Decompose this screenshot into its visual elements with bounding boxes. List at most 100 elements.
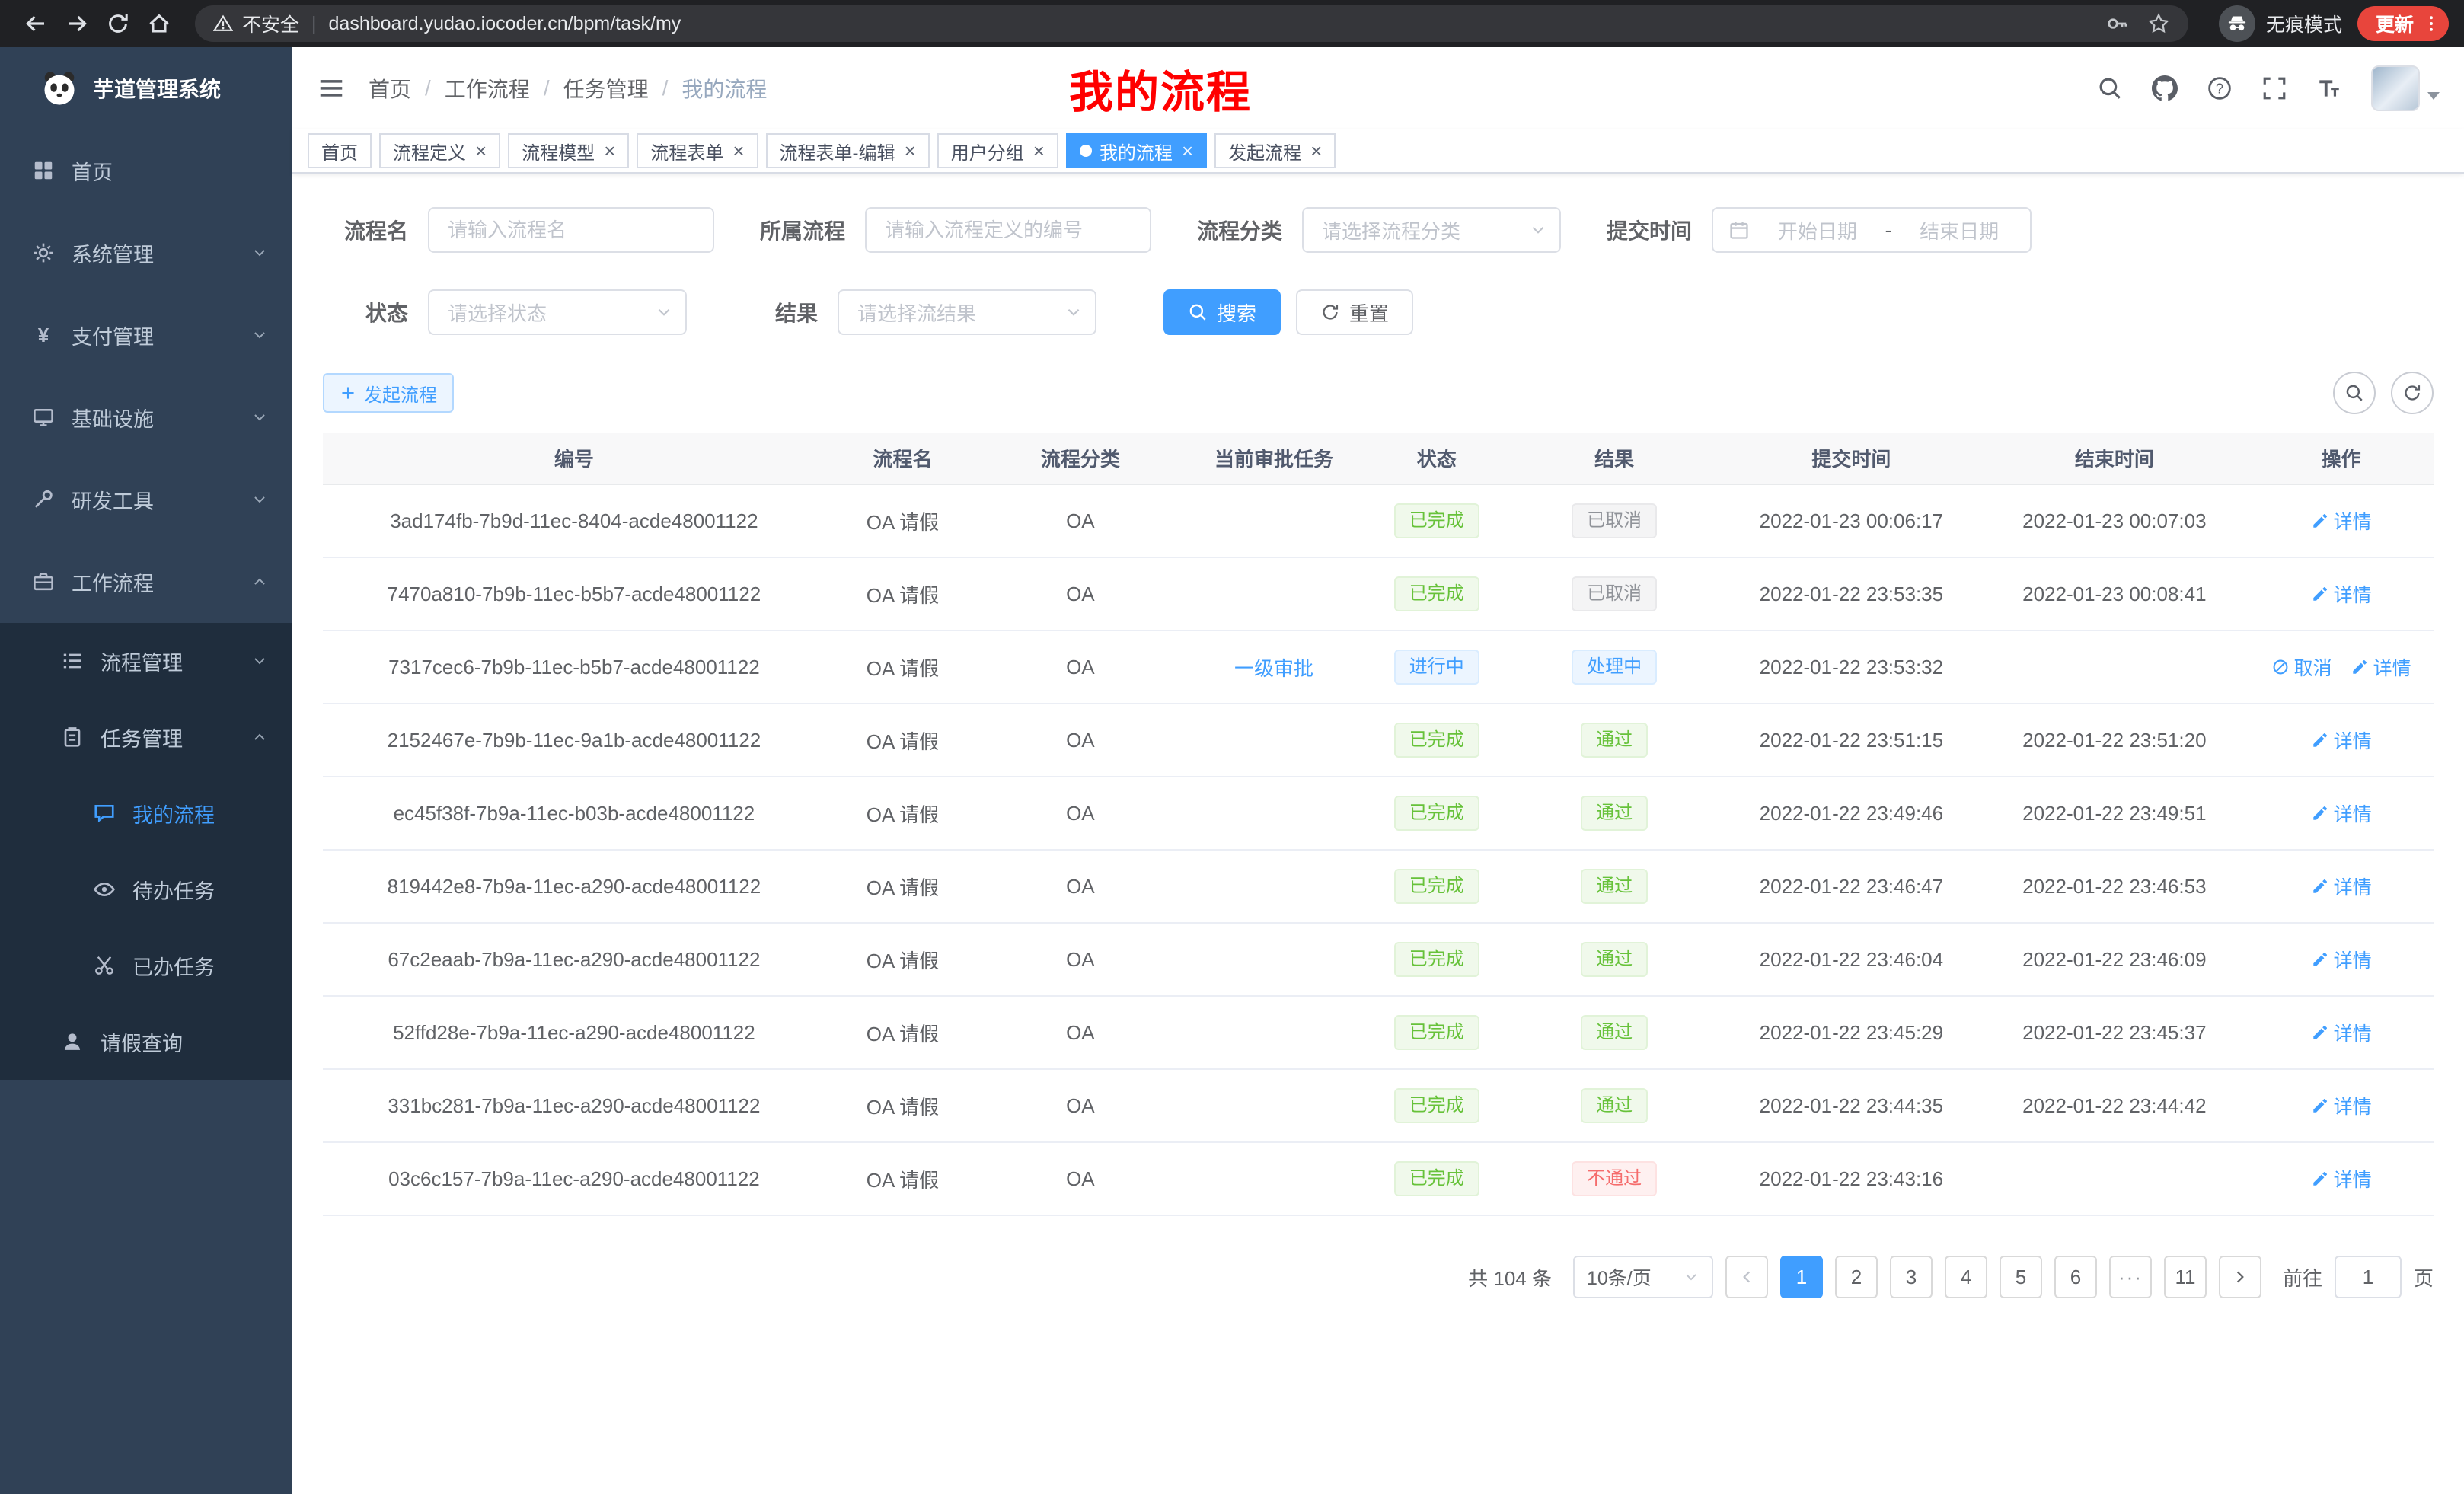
- security-status[interactable]: 不安全: [213, 10, 299, 37]
- browser-reload-button[interactable]: [97, 3, 139, 44]
- tab-process-model[interactable]: 流程模型 ×: [508, 133, 629, 168]
- sidebar-item-my-process[interactable]: 我的流程: [0, 775, 292, 851]
- update-button[interactable]: 更新: [2357, 6, 2449, 41]
- user-menu[interactable]: [2371, 65, 2440, 111]
- tab-label: 发起流程: [1228, 138, 1301, 164]
- cell-current-task: [1181, 923, 1368, 996]
- sidebar-item-payment[interactable]: ¥ 支付管理: [0, 294, 292, 376]
- app-logo[interactable]: 芋道管理系统: [0, 47, 292, 129]
- sidebar-item-task-mgmt[interactable]: 任务管理: [0, 699, 292, 775]
- sidebar-item-system[interactable]: 系统管理: [0, 212, 292, 294]
- detail-button[interactable]: 详情: [2311, 1165, 2372, 1192]
- sidebar-item-done-task[interactable]: 已办任务: [0, 927, 292, 1004]
- sidebar-item-infrastructure[interactable]: 基础设施: [0, 376, 292, 458]
- refresh-table-button[interactable]: [2391, 372, 2434, 414]
- detail-button[interactable]: 详情: [2311, 1019, 2372, 1046]
- current-task-link[interactable]: 一级审批: [1234, 657, 1313, 680]
- help-icon[interactable]: ?: [2207, 75, 2233, 101]
- browser-home-button[interactable]: [139, 3, 180, 44]
- close-icon[interactable]: ×: [475, 141, 487, 161]
- sidebar-toggle-icon[interactable]: [317, 74, 346, 103]
- bookmark-star-icon[interactable]: [2147, 12, 2170, 35]
- tab-home[interactable]: 首页: [308, 133, 372, 168]
- tab-process-form-edit[interactable]: 流程表单-编辑 ×: [766, 133, 930, 168]
- content: 流程名 所属流程 流程分类 请选择流程分类 提交时间: [292, 174, 2464, 1359]
- cancel-button[interactable]: 取消: [2271, 653, 2332, 681]
- process-name-input[interactable]: [428, 207, 714, 253]
- status-select[interactable]: 请选择状态: [428, 289, 687, 335]
- breadcrumb-item[interactable]: 首页: [369, 73, 411, 104]
- submit-time-range-picker[interactable]: 开始日期 - 结束日期: [1712, 207, 2032, 253]
- detail-button[interactable]: 详情: [2311, 507, 2372, 535]
- tab-label: 用户分组: [951, 138, 1024, 164]
- page-button-1[interactable]: 1: [1780, 1256, 1823, 1298]
- page-size-select[interactable]: 10条/页: [1573, 1256, 1713, 1298]
- browser-menu-icon[interactable]: [2421, 14, 2441, 34]
- sidebar-item-process-mgmt[interactable]: 流程管理: [0, 623, 292, 699]
- column-header: 操作: [2249, 433, 2434, 484]
- process-definition-input[interactable]: [865, 207, 1151, 253]
- create-process-button[interactable]: 发起流程: [323, 373, 454, 413]
- logo-image: [40, 69, 79, 108]
- github-icon[interactable]: [2152, 75, 2178, 101]
- close-icon[interactable]: ×: [1310, 141, 1322, 161]
- filter-row-1: 流程名 所属流程 流程分类 请选择流程分类 提交时间: [323, 207, 2434, 253]
- search-button[interactable]: 搜索: [1163, 289, 1281, 335]
- page-button-11[interactable]: 11: [2164, 1256, 2207, 1298]
- password-key-icon[interactable]: [2106, 12, 2129, 35]
- pager-ellipsis[interactable]: ···: [2109, 1256, 2152, 1298]
- sidebar-item-home[interactable]: 首页: [0, 129, 292, 212]
- tab-start-process[interactable]: 发起流程 ×: [1214, 133, 1336, 168]
- page-button-5[interactable]: 5: [2000, 1256, 2042, 1298]
- sidebar-item-todo-task[interactable]: 待办任务: [0, 851, 292, 927]
- not-secure-icon: [213, 14, 233, 34]
- result-select[interactable]: 请选择流结果: [838, 289, 1096, 335]
- detail-button[interactable]: 详情: [2311, 800, 2372, 827]
- close-icon[interactable]: ×: [1182, 141, 1193, 161]
- cell-process-id: ec45f38f-7b9a-11ec-b03b-acde48001122: [323, 777, 825, 850]
- browser-back-button[interactable]: [15, 3, 56, 44]
- detail-button[interactable]: 详情: [2311, 873, 2372, 900]
- next-page-button[interactable]: [2219, 1256, 2261, 1298]
- close-icon[interactable]: ×: [604, 141, 615, 161]
- tab-my-process[interactable]: 我的流程 ×: [1066, 133, 1207, 168]
- detail-button[interactable]: 详情: [2311, 1092, 2372, 1119]
- edit-icon: [2311, 512, 2329, 530]
- sidebar-item-devtools[interactable]: 研发工具: [0, 458, 292, 541]
- hide-search-button[interactable]: [2333, 372, 2376, 414]
- breadcrumb-item[interactable]: 任务管理: [563, 73, 649, 104]
- page-button-3[interactable]: 3: [1890, 1256, 1933, 1298]
- sidebar-item-leave-query[interactable]: 请假查询: [0, 1004, 292, 1080]
- column-header: 流程分类: [980, 433, 1181, 484]
- font-size-icon[interactable]: [2316, 75, 2342, 101]
- page-button-2[interactable]: 2: [1835, 1256, 1878, 1298]
- cell-current-task: [1181, 1069, 1368, 1142]
- search-icon[interactable]: [2097, 75, 2123, 101]
- browser-forward-button[interactable]: [56, 3, 97, 44]
- tab-user-group[interactable]: 用户分组 ×: [937, 133, 1058, 168]
- category-select[interactable]: 请选择流程分类: [1302, 207, 1561, 253]
- address-bar[interactable]: 不安全 | dashboard.yudao.iocoder.cn/bpm/tas…: [195, 5, 2188, 42]
- tab-process-form[interactable]: 流程表单 ×: [637, 133, 758, 168]
- fullscreen-icon[interactable]: [2261, 75, 2287, 101]
- close-icon[interactable]: ×: [905, 141, 916, 161]
- sidebar-item-workflow[interactable]: 工作流程: [0, 541, 292, 623]
- page-button-4[interactable]: 4: [1945, 1256, 1987, 1298]
- detail-button[interactable]: 详情: [2311, 726, 2372, 754]
- table-row: 331bc281-7b9a-11ec-a290-acde48001122 OA …: [323, 1069, 2434, 1142]
- cell-submit-time: 2022-01-22 23:51:15: [1722, 704, 1980, 777]
- reset-button[interactable]: 重置: [1296, 289, 1413, 335]
- close-icon[interactable]: ×: [1033, 141, 1045, 161]
- filter-label: 所属流程: [754, 215, 845, 245]
- cell-result: 通过: [1506, 1069, 1722, 1142]
- goto-page-input[interactable]: [2335, 1256, 2402, 1298]
- breadcrumb-item[interactable]: 工作流程: [445, 73, 530, 104]
- prev-page-button[interactable]: [1725, 1256, 1768, 1298]
- detail-button[interactable]: 详情: [2351, 653, 2411, 681]
- close-icon[interactable]: ×: [732, 141, 744, 161]
- tab-process-definition[interactable]: 流程定义 ×: [379, 133, 500, 168]
- detail-button[interactable]: 详情: [2311, 946, 2372, 973]
- page-button-6[interactable]: 6: [2054, 1256, 2097, 1298]
- detail-button[interactable]: 详情: [2311, 580, 2372, 608]
- cell-actions: 详情: [2249, 484, 2434, 557]
